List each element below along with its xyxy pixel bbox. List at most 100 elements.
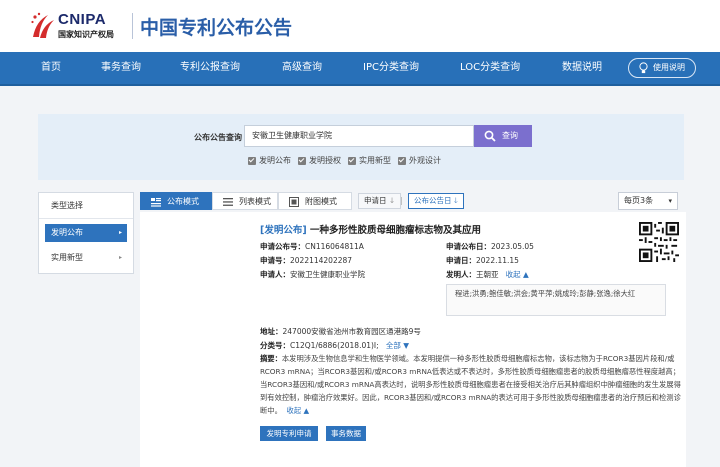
field-label: 申请公布日： [446, 242, 491, 251]
nav-affairs-query[interactable]: 事务查询 [101, 52, 141, 84]
result-title-text: 一种多形性胶质母细胞瘤标志物及其应用 [310, 225, 482, 236]
result-type-tag: [发明公布] [260, 225, 307, 236]
tab-label: 附图模式 [305, 197, 337, 206]
per-page-value: 每页3条 [624, 196, 654, 205]
help-button[interactable]: 使用说明 [628, 58, 696, 78]
field-value: CN116064811A [305, 242, 364, 251]
list-mode-icon [223, 198, 233, 206]
search-button[interactable]: 查询 [474, 125, 532, 147]
classification-all-link[interactable]: 全部 ▼ [386, 341, 409, 350]
checkbox-invention-publication[interactable]: 发明公布 [248, 156, 291, 166]
sort-label: 公布公告日 [414, 196, 452, 205]
field-value: C12Q1/6886(2018.01)I; [290, 341, 379, 350]
abstract-text: 本发明涉及生物信息学和生物医学领域。本发明提供一种多形性胶质母细胞瘤标志物，该标… [260, 354, 681, 415]
checkbox-label: 发明公布 [259, 156, 291, 165]
sort-by-application-date[interactable]: 申请日 ↓ [358, 193, 402, 209]
nav-data-notes[interactable]: 数据说明 [562, 52, 602, 84]
field-label: 申请日： [446, 256, 476, 265]
logo-text-en: CNIPA [58, 11, 107, 28]
tab-list-mode[interactable]: 列表模式 [212, 192, 278, 210]
field-application-no: 申请号：2022114202287 [260, 255, 352, 266]
help-label: 使用说明 [653, 63, 685, 72]
sort-label: 申请日 [364, 196, 387, 205]
abstract: 摘要：本发明涉及生物信息学和生物医学领域。本发明提供一种多形性胶质母细胞瘤标志物… [260, 352, 684, 417]
field-value: 2023.05.05 [491, 242, 534, 251]
abstract-label: 摘要： [260, 354, 282, 363]
tab-publication-mode[interactable]: 公布模式 [140, 192, 212, 210]
sidebar-item-utility-model[interactable]: 实用新型 ▸ [45, 249, 127, 267]
field-address: 地址：247000安徽省池州市教育园区通港路9号 [260, 326, 421, 337]
checkbox-design[interactable]: 外观设计 [398, 156, 441, 166]
inventor-list-box: 程进;洪勇;鲍佳敏;洪会;黄平萍;姚成玲;彭静;张逸;徐大红 [446, 284, 666, 316]
field-value: 安徽卫生健康职业学院 [290, 270, 365, 279]
sort-by-publication-date[interactable]: 公布公告日 🡓 [408, 193, 464, 209]
field-value: 2022114202287 [290, 256, 353, 265]
checkbox-utility-model[interactable]: 实用新型 [348, 156, 391, 166]
per-page-select[interactable]: 每页3条 ▾ [618, 192, 678, 210]
site-title: 中国专利公布公告 [140, 17, 293, 39]
cnipa-logo-mark-icon [31, 12, 54, 38]
field-label: 地址： [260, 327, 283, 336]
nav-advanced-query[interactable]: 高级查询 [282, 52, 322, 84]
site-header: CNIPA 国家知识产权局 中国专利公布公告 [0, 0, 720, 52]
checkbox-label: 发明授权 [309, 156, 341, 165]
sidebar-item-label: 实用新型 [51, 253, 83, 262]
lightbulb-icon [639, 62, 648, 74]
caret-right-icon: ▸ [118, 254, 122, 261]
nav-ipc-query[interactable]: IPC分类查询 [363, 52, 419, 84]
field-value: 王朝亚 [476, 270, 499, 279]
search-button-label: 查询 [502, 131, 518, 140]
sort-arrow-icon: 🡓 [453, 196, 458, 205]
caret-right-icon: ▸ [118, 229, 122, 236]
chevron-down-icon: ▾ [668, 197, 672, 205]
search-icon [484, 130, 496, 142]
nav-home[interactable]: 首页 [41, 52, 61, 84]
field-label: 申请号： [260, 256, 290, 265]
field-value: 247000安徽省池州市教育园区通港路9号 [282, 327, 421, 336]
field-label: 分类号： [260, 341, 290, 350]
search-label: 公布公告查询 [194, 133, 242, 142]
sort-separator: | [400, 196, 403, 205]
sidebar-title: 类型选择 [39, 193, 133, 219]
field-classification: 分类号：C12Q1/6886(2018.01)I; 全部 ▼ [260, 340, 409, 351]
checkbox-checked-icon [248, 157, 256, 165]
tab-label: 列表模式 [239, 197, 271, 206]
sort-arrow-icon: ↓ [388, 196, 396, 205]
result-card: [发明公布] 一种多形性胶质母细胞瘤标志物及其应用 申请公布号：CN116064… [140, 212, 686, 467]
image-mode-icon [289, 197, 299, 207]
nav-gazette-query[interactable]: 专利公报查询 [180, 52, 240, 84]
invention-application-button[interactable]: 发明专利申请 [260, 426, 318, 441]
inventor-collapse-link[interactable]: 收起 ▲ [506, 270, 529, 279]
sidebar-item-label: 发明公布 [51, 228, 83, 237]
tab-label: 公布模式 [167, 197, 199, 206]
nav-loc-query[interactable]: LOC分类查询 [460, 52, 520, 84]
field-inventor: 发明人：王朝亚 收起 ▲ [446, 269, 529, 280]
checkbox-label: 实用新型 [359, 156, 391, 165]
field-label: 申请人： [260, 270, 290, 279]
field-publication-no: 申请公布号：CN116064811A [260, 241, 364, 252]
checkbox-invention-grant[interactable]: 发明授权 [298, 156, 341, 166]
checkbox-label: 外观设计 [409, 156, 441, 165]
field-label: 申请公布号： [260, 242, 305, 251]
cnipa-logo[interactable]: CNIPA 国家知识产权局 [30, 9, 130, 43]
search-input[interactable]: 安徽卫生健康职业学院 [244, 125, 474, 147]
sidebar-item-invention-publication[interactable]: 发明公布 ▸ [45, 224, 127, 242]
header-divider [132, 13, 133, 39]
logo-text-cn: 国家知识产权局 [58, 30, 114, 39]
main-nav: 首页 事务查询 专利公报查询 高级查询 IPC分类查询 LOC分类查询 数据说明… [0, 52, 720, 86]
field-applicant: 申请人：安徽卫生健康职业学院 [260, 269, 365, 280]
qr-code-icon [639, 222, 679, 262]
result-toolbar: 公布模式 列表模式 附图模式 申请日 ↓ | 公布公告日 🡓 每页3条 ▾ [140, 192, 684, 212]
search-panel: 公布公告查询 安徽卫生健康职业学院 查询 发明公布 发明授权 实用新型 外观设计 [38, 114, 684, 180]
tab-image-mode[interactable]: 附图模式 [278, 192, 352, 210]
abstract-collapse-link[interactable]: 收起 ▲ [287, 406, 310, 415]
field-application-date: 申请日：2022.11.15 [446, 255, 519, 266]
result-title[interactable]: [发明公布] 一种多形性胶质母细胞瘤标志物及其应用 [260, 222, 481, 236]
affairs-data-button[interactable]: 事务数据 [326, 426, 366, 441]
field-value: 2022.11.15 [476, 256, 519, 265]
checkbox-checked-icon [398, 157, 406, 165]
type-sidebar: 类型选择 发明公布 ▸ 实用新型 ▸ [38, 192, 134, 274]
publication-mode-icon [151, 198, 161, 207]
checkbox-checked-icon [298, 157, 306, 165]
field-publication-date: 申请公布日：2023.05.05 [446, 241, 534, 252]
